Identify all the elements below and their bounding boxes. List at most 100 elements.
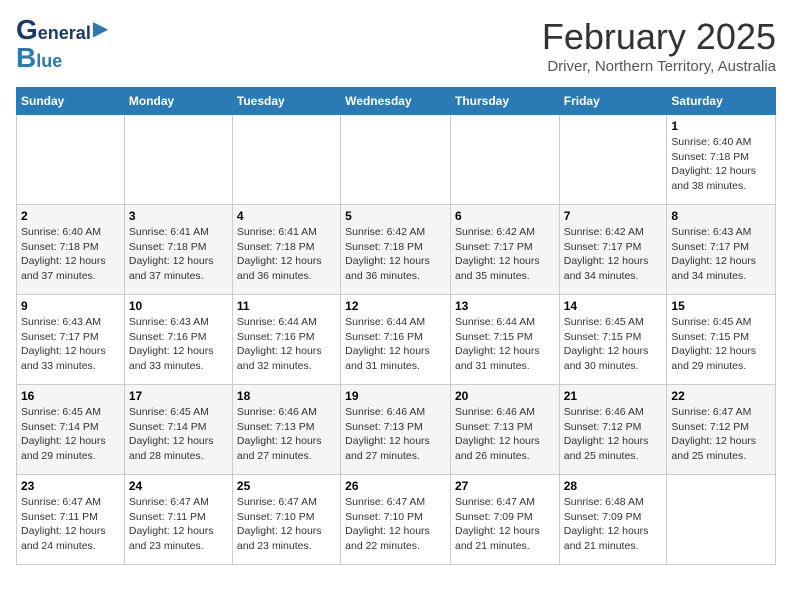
calendar-cell: 10 Sunrise: 6:43 AM Sunset: 7:16 PM Dayli… (124, 295, 232, 385)
calendar-cell: 6 Sunrise: 6:42 AM Sunset: 7:17 PM Daylig… (450, 205, 559, 295)
calendar-table: SundayMondayTuesdayWednesdayThursdayFrid… (16, 87, 776, 565)
calendar-cell (124, 115, 232, 205)
day-number: 2 (21, 209, 120, 223)
day-number: 21 (564, 389, 663, 403)
calendar-cell (232, 115, 340, 205)
week-row-2: 2 Sunrise: 6:40 AM Sunset: 7:18 PM Daylig… (17, 205, 776, 295)
calendar-cell: 3 Sunrise: 6:41 AM Sunset: 7:18 PM Daylig… (124, 205, 232, 295)
calendar-cell: 15 Sunrise: 6:45 AM Sunset: 7:15 PM Dayli… (667, 295, 776, 385)
day-info: Sunrise: 6:47 AM Sunset: 7:10 PM Dayligh… (237, 495, 336, 554)
day-info: Sunrise: 6:40 AM Sunset: 7:18 PM Dayligh… (671, 135, 771, 194)
main-title: February 2025 (542, 16, 776, 58)
day-header-sunday: Sunday (17, 88, 125, 115)
day-info: Sunrise: 6:42 AM Sunset: 7:18 PM Dayligh… (345, 225, 446, 284)
day-info: Sunrise: 6:41 AM Sunset: 7:18 PM Dayligh… (237, 225, 336, 284)
calendar-cell: 23 Sunrise: 6:47 AM Sunset: 7:11 PM Dayli… (17, 475, 125, 565)
calendar-cell: 11 Sunrise: 6:44 AM Sunset: 7:16 PM Dayli… (232, 295, 340, 385)
day-header-saturday: Saturday (667, 88, 776, 115)
subtitle: Driver, Northern Territory, Australia (542, 58, 776, 75)
day-header-tuesday: Tuesday (232, 88, 340, 115)
week-row-1: 1 Sunrise: 6:40 AM Sunset: 7:18 PM Daylig… (17, 115, 776, 205)
calendar-cell: 25 Sunrise: 6:47 AM Sunset: 7:10 PM Dayli… (232, 475, 340, 565)
calendar-cell: 4Sunrise: 6:41 AM Sunset: 7:18 PM Daylig… (232, 205, 340, 295)
day-number: 27 (455, 479, 555, 493)
day-header-wednesday: Wednesday (341, 88, 451, 115)
page-header: G eneral ▶ B lue February 2025 Driver, N… (16, 16, 776, 75)
day-number: 8 (671, 209, 771, 223)
week-row-5: 23 Sunrise: 6:47 AM Sunset: 7:11 PM Dayli… (17, 475, 776, 565)
calendar-cell: 24 Sunrise: 6:47 AM Sunset: 7:11 PM Dayli… (124, 475, 232, 565)
day-number: 28 (564, 479, 663, 493)
day-number: 14 (564, 299, 663, 313)
calendar-cell: 9 Sunrise: 6:43 AM Sunset: 7:17 PM Daylig… (17, 295, 125, 385)
day-number: 12 (345, 299, 446, 313)
calendar-cell: 21 Sunrise: 6:46 AM Sunset: 7:12 PM Dayli… (559, 385, 667, 475)
day-info: Sunrise: 6:42 AM Sunset: 7:17 PM Dayligh… (564, 225, 663, 284)
day-info: Sunrise: 6:43 AM Sunset: 7:17 PM Dayligh… (21, 315, 120, 374)
header-row: SundayMondayTuesdayWednesdayThursdayFrid… (17, 88, 776, 115)
day-info: Sunrise: 6:47 AM Sunset: 7:11 PM Dayligh… (21, 495, 120, 554)
logo-general-rest: eneral (38, 23, 91, 44)
calendar-cell: 26 Sunrise: 6:47 AM Sunset: 7:10 PM Dayli… (341, 475, 451, 565)
day-info: Sunrise: 6:46 AM Sunset: 7:13 PM Dayligh… (455, 405, 555, 464)
calendar-cell: 14 Sunrise: 6:45 AM Sunset: 7:15 PM Dayli… (559, 295, 667, 385)
calendar-cell: 28 Sunrise: 6:48 AM Sunset: 7:09 PM Dayli… (559, 475, 667, 565)
title-section: February 2025 Driver, Northern Territory… (542, 16, 776, 75)
day-info: Sunrise: 6:45 AM Sunset: 7:14 PM Dayligh… (21, 405, 120, 464)
calendar-cell: 27 Sunrise: 6:47 AM Sunset: 7:09 PM Dayli… (450, 475, 559, 565)
day-info: Sunrise: 6:45 AM Sunset: 7:14 PM Dayligh… (129, 405, 228, 464)
calendar-cell: 12Sunrise: 6:44 AM Sunset: 7:16 PM Dayli… (341, 295, 451, 385)
day-number: 26 (345, 479, 446, 493)
day-info: Sunrise: 6:45 AM Sunset: 7:15 PM Dayligh… (671, 315, 771, 374)
calendar-cell: 13 Sunrise: 6:44 AM Sunset: 7:15 PM Dayli… (450, 295, 559, 385)
day-number: 20 (455, 389, 555, 403)
day-number: 1 (671, 119, 771, 133)
day-header-friday: Friday (559, 88, 667, 115)
day-header-monday: Monday (124, 88, 232, 115)
day-info: Sunrise: 6:47 AM Sunset: 7:11 PM Dayligh… (129, 495, 228, 554)
logo-blue-b: B (16, 44, 36, 72)
day-number: 18 (237, 389, 336, 403)
day-info: Sunrise: 6:47 AM Sunset: 7:09 PM Dayligh… (455, 495, 555, 554)
day-info: Sunrise: 6:44 AM Sunset: 7:15 PM Dayligh… (455, 315, 555, 374)
day-info: Sunrise: 6:48 AM Sunset: 7:09 PM Dayligh… (564, 495, 663, 554)
day-number: 3 (129, 209, 228, 223)
day-info: Sunrise: 6:43 AM Sunset: 7:16 PM Dayligh… (129, 315, 228, 374)
day-info: Sunrise: 6:46 AM Sunset: 7:12 PM Dayligh… (564, 405, 663, 464)
day-number: 23 (21, 479, 120, 493)
calendar-cell: 5 Sunrise: 6:42 AM Sunset: 7:18 PM Daylig… (341, 205, 451, 295)
logo-blue-rest: lue (36, 51, 62, 72)
week-row-3: 9 Sunrise: 6:43 AM Sunset: 7:17 PM Daylig… (17, 295, 776, 385)
day-info: Sunrise: 6:44 AM Sunset: 7:16 PM Dayligh… (237, 315, 336, 374)
day-number: 6 (455, 209, 555, 223)
day-number: 13 (455, 299, 555, 313)
logo-general-g: G (16, 16, 38, 44)
day-number: 24 (129, 479, 228, 493)
calendar-cell: 7 Sunrise: 6:42 AM Sunset: 7:17 PM Daylig… (559, 205, 667, 295)
calendar-cell (341, 115, 451, 205)
calendar-cell (559, 115, 667, 205)
calendar-cell: 2 Sunrise: 6:40 AM Sunset: 7:18 PM Daylig… (17, 205, 125, 295)
day-info: Sunrise: 6:41 AM Sunset: 7:18 PM Dayligh… (129, 225, 228, 284)
day-info: Sunrise: 6:40 AM Sunset: 7:18 PM Dayligh… (21, 225, 120, 284)
day-number: 10 (129, 299, 228, 313)
day-number: 7 (564, 209, 663, 223)
logo-bird-icon: ▶ (93, 16, 108, 41)
day-info: Sunrise: 6:47 AM Sunset: 7:10 PM Dayligh… (345, 495, 446, 554)
day-number: 9 (21, 299, 120, 313)
day-number: 15 (671, 299, 771, 313)
calendar-cell (450, 115, 559, 205)
calendar-cell: 19Sunrise: 6:46 AM Sunset: 7:13 PM Dayli… (341, 385, 451, 475)
day-number: 17 (129, 389, 228, 403)
day-info: Sunrise: 6:42 AM Sunset: 7:17 PM Dayligh… (455, 225, 555, 284)
day-info: Sunrise: 6:45 AM Sunset: 7:15 PM Dayligh… (564, 315, 663, 374)
day-info: Sunrise: 6:46 AM Sunset: 7:13 PM Dayligh… (345, 405, 446, 464)
day-number: 11 (237, 299, 336, 313)
day-info: Sunrise: 6:43 AM Sunset: 7:17 PM Dayligh… (671, 225, 771, 284)
day-number: 25 (237, 479, 336, 493)
day-info: Sunrise: 6:47 AM Sunset: 7:12 PM Dayligh… (671, 405, 771, 464)
day-number: 5 (345, 209, 446, 223)
week-row-4: 16 Sunrise: 6:45 AM Sunset: 7:14 PM Dayli… (17, 385, 776, 475)
calendar-cell: 17 Sunrise: 6:45 AM Sunset: 7:14 PM Dayli… (124, 385, 232, 475)
day-number: 16 (21, 389, 120, 403)
